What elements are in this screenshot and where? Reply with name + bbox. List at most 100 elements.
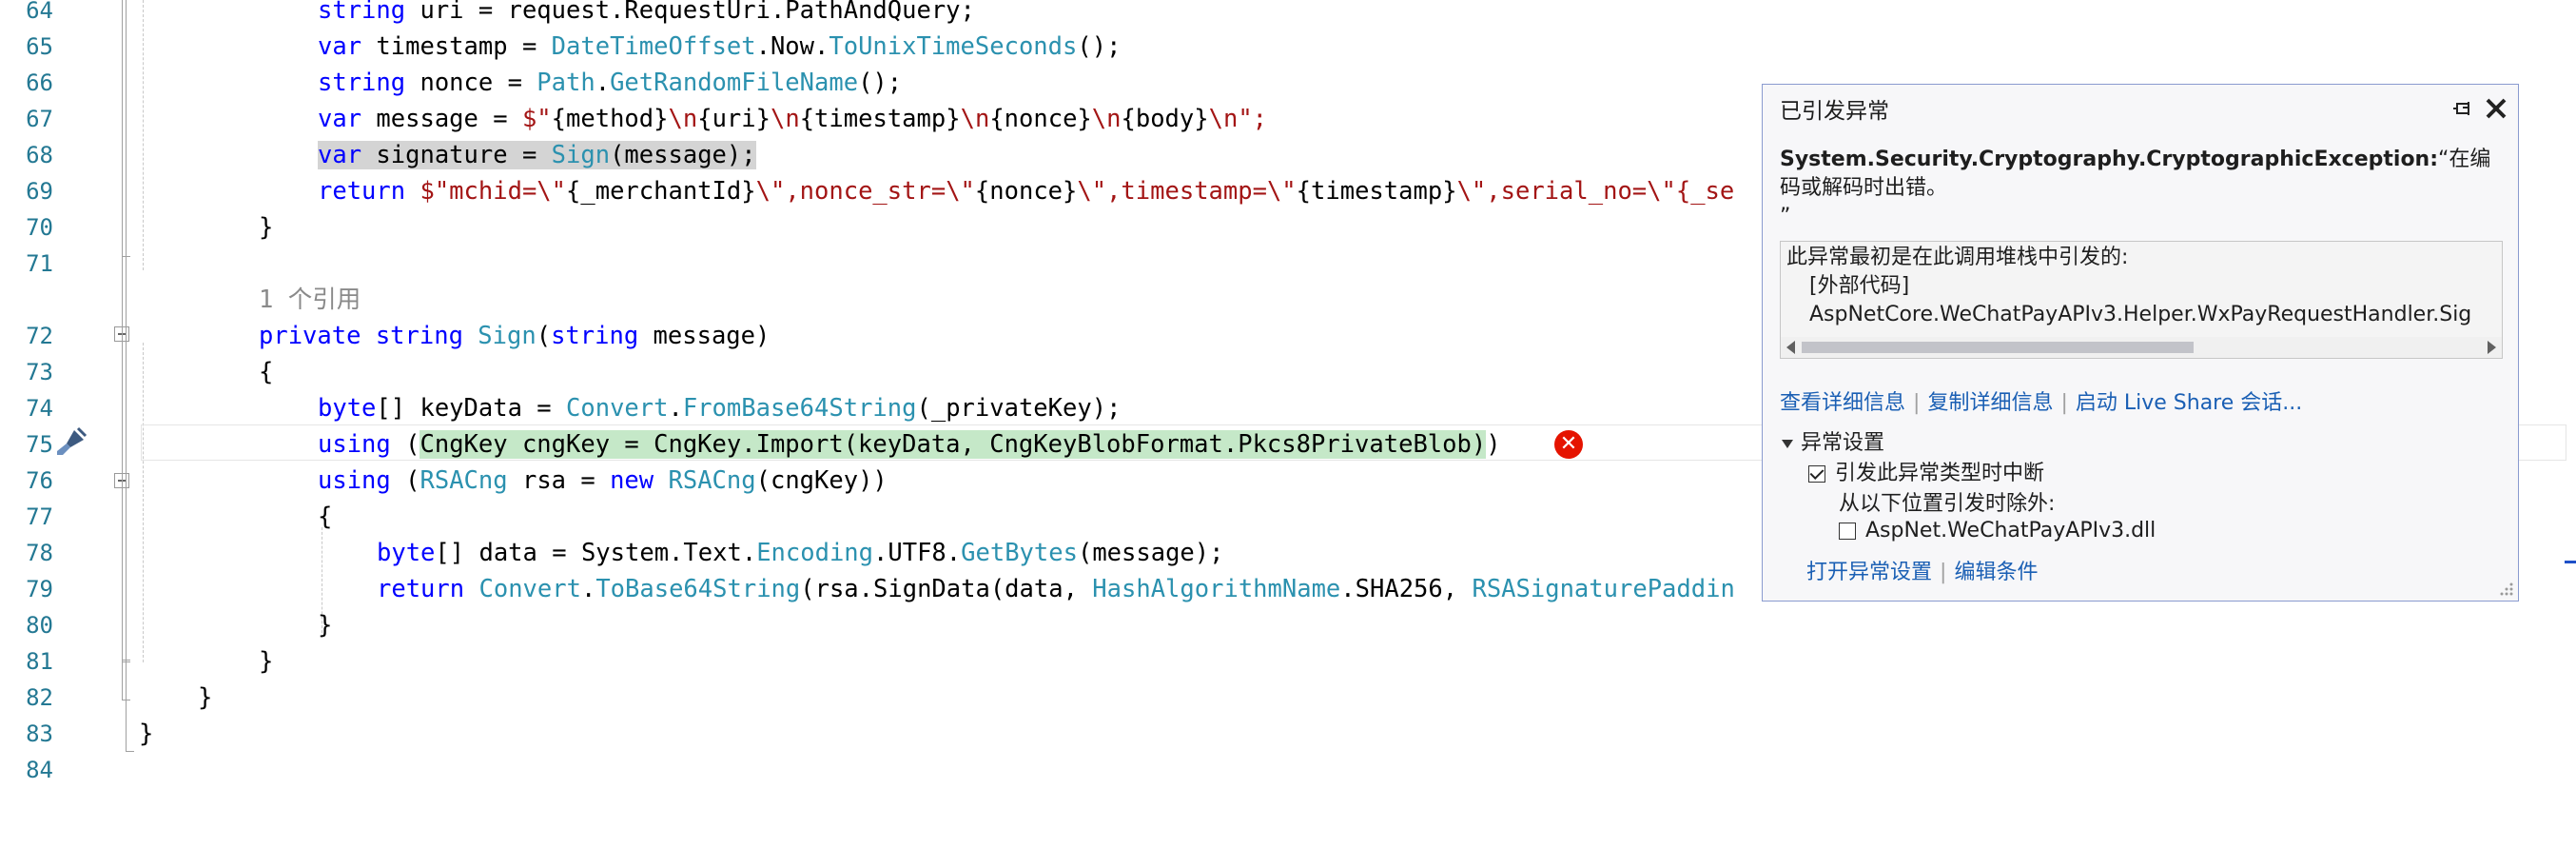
code-token: ( [390,466,420,495]
scroll-left-icon[interactable] [1786,341,1795,354]
horizontal-scrollbar[interactable] [1781,337,2502,358]
exception-text: 码或解码时出错。 [1780,176,1948,200]
action-links: 查看详细信息 | 复制详细信息 | 启动 Live Share 会话... [1780,391,2303,415]
exception-text: ” [1780,205,1791,228]
code-token: string [318,69,406,97]
code-token: . [580,575,596,603]
code-token: Sign [551,141,611,169]
code-token: {_merchantId} [566,177,756,206]
code-token: var [318,32,362,61]
code-token: { [259,358,274,386]
code-token: GetRandomFileName [610,69,859,97]
exception-settings-header[interactable]: 异常设置 [1782,425,1884,456]
code-token: \n [960,105,990,133]
code-token: ToBase64String [595,575,801,603]
exception-message: System.Security.Cryptography.Cryptograph… [1780,146,2503,231]
open-exception-settings-link[interactable]: 打开异常设置 [1806,561,1932,584]
code-line-82[interactable]: } [0,680,2576,716]
code-token: (cngKey)) [755,466,888,495]
code-token: {timestamp} [1296,177,1457,206]
code-token: } [198,683,213,712]
code-token: ( [536,322,552,350]
start-live-share-link[interactable]: 启动 Live Share 会话... [2076,391,2302,415]
exception-highlight: CngKey cngKey = CngKey.Import(keyData, C… [420,430,1487,459]
code-line-64[interactable]: string uri = request.RequestUri.PathAndQ… [0,0,2576,29]
code-token: \n"; [1208,105,1268,133]
settings-links: 打开异常设置 | 编辑条件 [1806,561,2039,584]
resize-grip-icon[interactable] [2497,580,2514,597]
code-token: byte [377,539,436,567]
code-token: \",nonce_str=\" [755,177,975,206]
code-token: \",timestamp=\" [1077,177,1297,206]
code-token: [] data = System.Text. [435,539,757,567]
code-token: using [318,466,391,495]
code-token: nonce = [405,69,537,97]
expand-triangle-icon[interactable] [1782,439,1793,448]
code-token: uri = request. [405,0,625,25]
code-token: RSASignaturePaddin [1472,575,1735,603]
exception-helper-popup[interactable]: 已引发异常 System.Security.Cryptography.Crypt… [1762,84,2519,602]
scrollbar-thumb[interactable] [1802,342,2194,353]
code-line-84[interactable] [0,752,2576,788]
close-icon[interactable] [2482,94,2510,123]
code-line-83[interactable]: } [0,716,2576,752]
code-token: Sign [462,322,537,350]
code-token: {uri} [697,105,771,133]
code-line-80[interactable]: } [0,607,2576,643]
code-token: ) [1486,430,1501,459]
code-token: byte [318,394,377,423]
except-module-checkbox[interactable] [1839,523,1856,540]
code-token: ToUnixTimeSeconds [829,32,1078,61]
code-token: \n [1091,105,1122,133]
stack-frame: [外部代码] [1809,274,1910,298]
copy-details-link[interactable]: 复制详细信息 [1927,391,2053,415]
edit-conditions-link[interactable]: 编辑条件 [1954,561,2038,584]
code-token: DateTimeOffset [551,32,756,61]
code-token: } [259,213,274,242]
code-token: Convert [478,575,581,603]
code-token: return [377,575,465,603]
code-token: ( [390,430,420,459]
code-token: (rsa.SignData(data, [800,575,1093,603]
code-token: {timestamp} [799,105,961,133]
code-token: (message); [610,141,756,169]
code-token: $" [521,105,552,133]
settings-title: 异常设置 [1801,431,1885,455]
code-token: {body} [1121,105,1209,133]
code-token: var [318,141,362,169]
code-token: message = [361,105,522,133]
code-token: string [318,0,406,25]
code-token: timestamp = [361,32,552,61]
code-token: } [259,647,274,676]
call-stack-box[interactable]: 此异常最初是在此调用堆栈中引发的: [外部代码] AspNetCore.WeCh… [1780,241,2503,359]
code-token: Encoding [756,539,874,567]
code-token: rsa = [507,466,611,495]
code-token: RSACng [420,466,508,495]
code-token: signature = [361,141,552,169]
code-token: new [610,466,654,495]
scroll-right-icon[interactable] [2488,341,2496,354]
break-on-type-checkbox[interactable] [1808,465,1825,483]
code-token: { [318,503,333,531]
code-token: string [551,322,639,350]
except-module-checkbox-row[interactable]: AspNet.WeChatPayAPIv3.dll [1839,519,2156,542]
code-token: (_privateKey); [916,394,1122,423]
code-token: (message); [1077,539,1224,567]
except-when-label: 从以下位置引发时除外: [1839,492,2056,516]
code-token: . [668,394,683,423]
checkbox-label: AspNet.WeChatPayAPIv3.dll [1865,519,2156,542]
code-token: Path [537,69,595,97]
code-token: \n [770,105,800,133]
view-details-link[interactable]: 查看详细信息 [1780,391,1905,415]
code-line-65[interactable]: var timestamp = DateTimeOffset.Now.ToUni… [0,29,2576,65]
reference-count-link[interactable]: 1 个引用 [259,282,361,318]
code-token: $"mchid=\" [405,177,567,206]
code-line-81[interactable]: } [0,643,2576,680]
code-token: \",serial_no=\"{_se [1456,177,1735,206]
code-token: } [318,611,333,640]
break-on-type-checkbox-row[interactable]: 引发此异常类型时中断 [1808,456,2044,486]
pin-icon[interactable] [2449,96,2476,121]
code-token: message) [638,322,771,350]
stack-header: 此异常最初是在此调用堆栈中引发的: [1786,246,2129,269]
code-token: {method} [551,105,669,133]
